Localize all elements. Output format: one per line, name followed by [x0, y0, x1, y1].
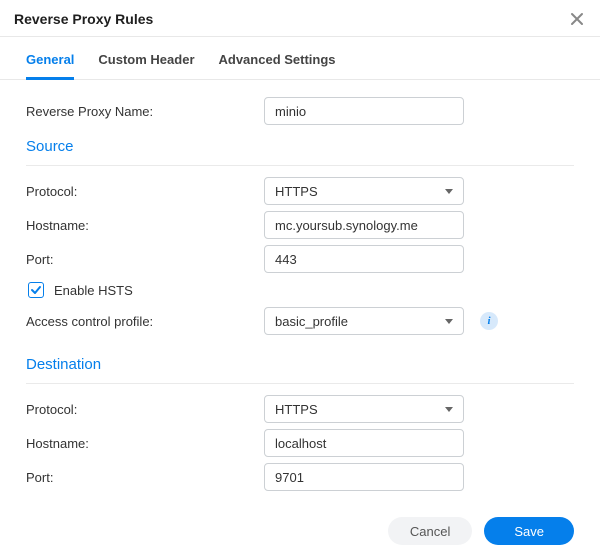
- save-button[interactable]: Save: [484, 517, 574, 545]
- destination-hostname-input[interactable]: [264, 429, 464, 457]
- destination-protocol-select[interactable]: HTTPS: [264, 395, 464, 423]
- form-content: Reverse Proxy Name: Source Protocol: HTT…: [0, 94, 600, 494]
- section-separator: [26, 165, 574, 166]
- destination-protocol-value: HTTPS: [275, 402, 318, 417]
- label-protocol: Protocol:: [26, 178, 264, 205]
- tab-advanced-settings[interactable]: Advanced Settings: [219, 38, 336, 80]
- source-port-input[interactable]: [264, 245, 464, 273]
- section-source-title: Source: [26, 128, 574, 161]
- source-hostname-input[interactable]: [264, 211, 464, 239]
- row-name: Reverse Proxy Name:: [26, 94, 574, 128]
- close-icon[interactable]: [568, 10, 586, 28]
- row-source-port: Port:: [26, 242, 574, 276]
- row-source-hostname: Hostname:: [26, 208, 574, 242]
- section-separator: [26, 383, 574, 384]
- name-input[interactable]: [264, 97, 464, 125]
- row-destination-hostname: Hostname:: [26, 426, 574, 460]
- destination-port-input[interactable]: [264, 463, 464, 491]
- chevron-down-icon: [445, 407, 453, 412]
- source-protocol-value: HTTPS: [275, 184, 318, 199]
- source-protocol-select[interactable]: HTTPS: [264, 177, 464, 205]
- row-source-protocol: Protocol: HTTPS: [26, 174, 574, 208]
- enable-hsts-label: Enable HSTS: [54, 283, 133, 298]
- label-port: Port:: [26, 246, 264, 273]
- section-destination-title: Destination: [26, 338, 574, 379]
- info-icon[interactable]: i: [480, 312, 498, 330]
- label-protocol: Protocol:: [26, 396, 264, 423]
- access-profile-select[interactable]: basic_profile: [264, 307, 464, 335]
- chevron-down-icon: [445, 189, 453, 194]
- label-name: Reverse Proxy Name:: [26, 98, 264, 125]
- label-hostname: Hostname:: [26, 212, 264, 239]
- chevron-down-icon: [445, 319, 453, 324]
- row-enable-hsts: Enable HSTS: [26, 276, 574, 304]
- label-hostname: Hostname:: [26, 430, 264, 457]
- row-access-profile: Access control profile: basic_profile i: [26, 304, 574, 338]
- footer: Cancel Save: [0, 505, 600, 557]
- label-access-profile: Access control profile:: [26, 308, 264, 335]
- titlebar: Reverse Proxy Rules: [0, 0, 600, 37]
- row-destination-protocol: Protocol: HTTPS: [26, 392, 574, 426]
- tab-general[interactable]: General: [26, 38, 74, 80]
- access-profile-value: basic_profile: [275, 314, 348, 329]
- label-port: Port:: [26, 464, 264, 491]
- enable-hsts-checkbox[interactable]: [28, 282, 44, 298]
- tab-bar: General Custom Header Advanced Settings: [0, 37, 600, 80]
- row-destination-port: Port:: [26, 460, 574, 494]
- window-title: Reverse Proxy Rules: [14, 11, 153, 27]
- cancel-button[interactable]: Cancel: [388, 517, 472, 545]
- tab-custom-header[interactable]: Custom Header: [98, 38, 194, 80]
